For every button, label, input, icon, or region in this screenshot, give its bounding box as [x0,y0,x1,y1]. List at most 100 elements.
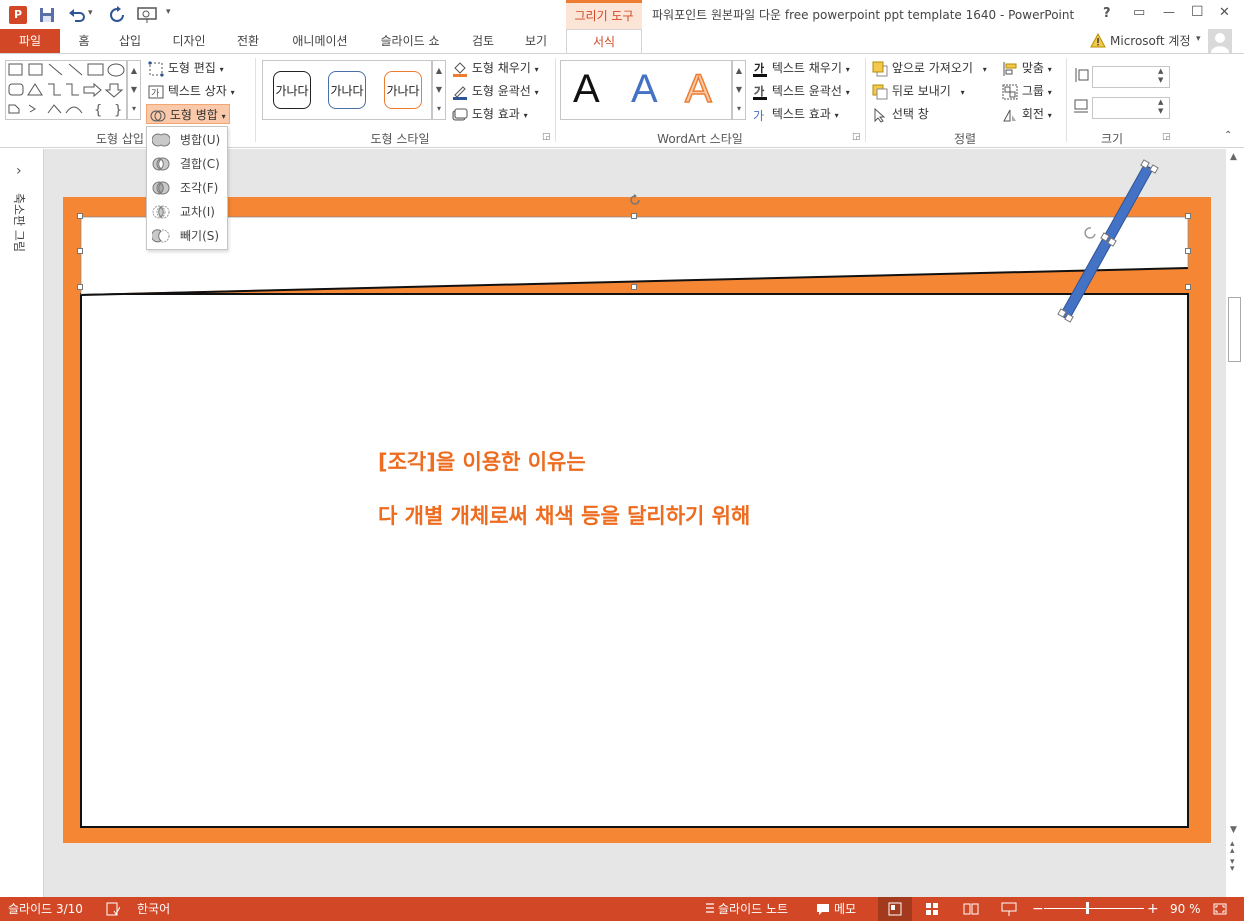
menu-item-subtract[interactable]: 빼기(S) [147,224,227,248]
expand-thumbnails-button[interactable]: › [16,163,22,179]
group-button[interactable]: 그룹 ▾ [1002,81,1052,101]
shape-width-spinner[interactable]: ▲ ▼ [1158,98,1163,116]
shape-style-sample-1[interactable]: 가나다 [273,71,311,109]
shape-styles-gallery[interactable]: 가나다 가나다 가나다 [262,60,432,120]
undo-icon[interactable] [68,7,86,23]
zoom-in-button[interactable]: + [1147,897,1159,921]
start-slideshow-icon[interactable] [137,6,157,24]
normal-view-button[interactable] [878,897,912,921]
text-fill-button[interactable]: 가 텍스트 채우기 ▾ [752,58,850,78]
slide-diagonal-bar[interactable] [1055,156,1165,326]
account-label[interactable]: Microsoft 계정 [1110,32,1191,49]
shape-styles-dialog-launcher-icon[interactable]: ◲ [542,132,551,142]
resize-handle[interactable] [77,213,83,219]
wordart-gallery-scroll[interactable]: ▲ ▼ ▾ [732,60,746,120]
slide-sorter-icon[interactable] [925,902,939,916]
edit-shape-button[interactable]: 도형 편집 ▾ [148,58,224,78]
undo-dropdown-icon[interactable]: ▾ [88,8,93,18]
resize-handle[interactable] [631,213,637,219]
scroll-down-icon[interactable]: ▼ [1230,825,1237,835]
rotate-button[interactable]: 회전 ▾ [1002,104,1052,124]
resize-handle[interactable] [1185,284,1191,290]
tab-view[interactable]: 보기 [516,29,556,53]
tab-review[interactable]: 검토 [462,29,504,53]
size-dialog-launcher-icon[interactable]: ◲ [1162,132,1171,142]
resize-handle[interactable] [631,284,637,290]
wordart-gallery[interactable]: A A A [560,60,732,120]
avatar[interactable] [1208,29,1232,53]
menu-item-combine[interactable]: 결합(C) [147,152,227,176]
resize-handle[interactable] [77,248,83,254]
text-box-icon: 가 [148,85,164,99]
wordart-dialog-launcher-icon[interactable]: ◲ [852,132,861,142]
menu-item-intersect[interactable]: 교차(I) [147,200,227,224]
tab-format[interactable]: 서식 [566,29,642,54]
comments-icon[interactable] [816,903,830,916]
merge-shapes-button[interactable]: 도형 병합 ▾ [146,104,230,124]
minimize-button[interactable]: — [1163,5,1175,19]
zoom-slider-thumb[interactable] [1086,902,1089,914]
align-button[interactable]: 맞춤 ▾ [1002,58,1052,78]
rotate-handle-icon[interactable] [628,193,642,207]
tab-slideshow[interactable]: 슬라이드 쇼 [370,29,450,53]
shape-style-sample-3[interactable]: 가나다 [384,71,422,109]
shape-style-sample-2[interactable]: 가나다 [328,71,366,109]
text-effects-button[interactable]: 가 텍스트 효과 ▾ [752,104,839,124]
shape-fill-button[interactable]: 도형 채우기 ▾ [452,58,539,78]
zoom-out-button[interactable]: − [1032,897,1044,921]
wordart-sample-1[interactable]: A [573,67,600,112]
tab-file[interactable]: 파일 [0,29,60,53]
wordart-sample-3[interactable]: A [684,66,712,112]
resize-handle[interactable] [1185,248,1191,254]
save-icon[interactable] [39,7,55,23]
scroll-up-icon[interactable]: ▲ [1230,152,1237,162]
zoom-level[interactable]: 90 % [1170,897,1201,921]
menu-item-fragment[interactable]: 조각(F) [147,176,227,200]
spell-check-icon[interactable] [106,902,120,916]
tab-transitions[interactable]: 전환 [226,29,270,53]
zoom-slider-track[interactable] [1044,908,1144,909]
resize-handle[interactable] [77,284,83,290]
notes-button[interactable]: 슬라이드 노트 [718,897,788,921]
notes-icon[interactable] [704,902,716,916]
next-slide-icon[interactable]: ▾ ▾ [1230,858,1235,874]
slide-text-line-2[interactable]: 다 개별 개체로써 채색 등을 달리하기 위해 [378,500,750,530]
text-box-button[interactable]: 가 텍스트 상자 ▾ [148,81,235,101]
menu-item-union[interactable]: 병합(U) [147,128,227,152]
collapse-ribbon-icon[interactable]: ⌃ [1224,130,1232,141]
send-backward-button[interactable]: 뒤로 보내기 ▾ [872,81,965,101]
ribbon-display-options-button[interactable]: ▭ [1133,5,1145,20]
slide-content-panel[interactable] [80,293,1189,828]
bring-forward-button[interactable]: 앞으로 가져오기 ▾ [872,58,987,78]
tab-design[interactable]: 디자인 [162,29,216,53]
slideshow-view-icon[interactable] [1001,901,1017,917]
customize-toolbar-icon[interactable]: ▾ [166,7,171,17]
comments-button[interactable]: 메모 [834,897,856,921]
shape-outline-button[interactable]: 도형 윤곽선 ▾ [452,81,539,101]
close-button[interactable]: ✕ [1219,5,1230,20]
text-outline-button[interactable]: 가 텍스트 윤곽선 ▾ [752,81,850,101]
shapes-gallery[interactable]: {} [5,60,127,120]
shape-effects-button[interactable]: 도형 효과 ▾ [452,104,528,124]
wordart-sample-2[interactable]: A [631,67,658,112]
resize-handle[interactable] [1185,213,1191,219]
language-indicator[interactable]: 한국어 [137,897,170,921]
tab-animations[interactable]: 애니메이션 [282,29,358,53]
selection-pane-button[interactable]: 선택 창 [872,104,929,124]
vertical-scrollbar[interactable]: ▲ ▼ ▴ ▴ ▾ ▾ [1226,149,1244,897]
shape-styles-gallery-scroll[interactable]: ▲ ▼ ▾ [432,60,446,120]
previous-slide-icon[interactable]: ▴ ▴ [1230,840,1235,856]
tab-home[interactable]: 홈 [66,29,102,53]
scroll-thumb[interactable] [1228,297,1241,362]
account-dropdown-icon[interactable]: ▾ [1196,34,1201,44]
help-button[interactable]: ? [1103,6,1111,21]
redo-icon[interactable] [108,6,126,24]
maximize-button[interactable]: ☐ [1191,4,1204,20]
slide-text-line-1[interactable]: [조각]을 이용한 이유는 [378,446,586,476]
shapes-gallery-scroll[interactable]: ▲ ▼ ▾ [127,60,141,120]
reading-view-icon[interactable] [963,902,979,916]
fit-to-window-icon[interactable] [1212,901,1228,917]
powerpoint-logo-icon[interactable]: P [9,6,27,24]
shape-height-spinner[interactable]: ▲ ▼ [1158,67,1163,85]
tab-insert[interactable]: 삽입 [110,29,150,53]
